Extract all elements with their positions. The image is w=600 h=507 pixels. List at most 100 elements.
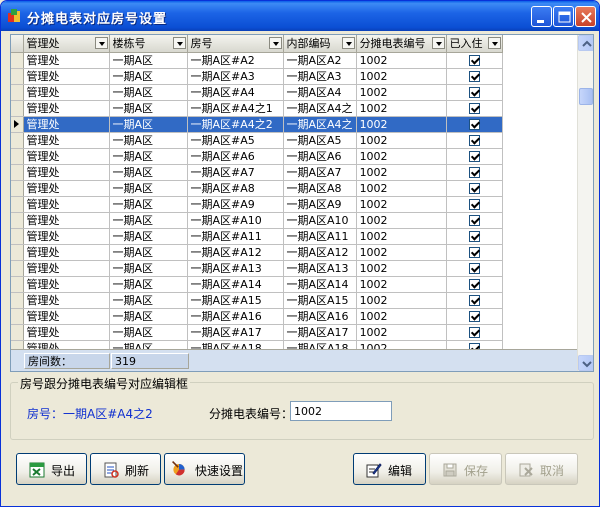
- dropdown-arrow-icon[interactable]: [268, 37, 282, 49]
- occupied-checkbox[interactable]: [468, 326, 480, 338]
- dropdown-arrow-icon[interactable]: [487, 37, 501, 49]
- occupied-checkbox[interactable]: [468, 70, 480, 82]
- dropdown-arrow-icon[interactable]: [172, 37, 186, 49]
- table-row[interactable]: 管理处 一期A区 一期A区#A15 一期A区A15 1002: [11, 292, 503, 309]
- meter-number-input[interactable]: [290, 401, 392, 421]
- row-indicator[interactable]: [11, 228, 24, 245]
- export-button[interactable]: 导出: [16, 453, 87, 485]
- cell-meter-number[interactable]: 1002: [356, 276, 447, 293]
- table-row[interactable]: 管理处 一期A区 一期A区#A4之1 一期A区A4之 1002: [11, 100, 503, 117]
- cell-internal-code[interactable]: 一期A区A14: [283, 276, 357, 293]
- cell-building[interactable]: 一期A区: [109, 212, 188, 229]
- cell-internal-code[interactable]: 一期A区A4之: [283, 116, 357, 133]
- table-row[interactable]: 管理处 一期A区 一期A区#A6 一期A区A6 1002: [11, 148, 503, 165]
- cell-management[interactable]: 管理处: [23, 116, 110, 133]
- cell-internal-code[interactable]: 一期A区A9: [283, 196, 357, 213]
- cell-occupied[interactable]: [446, 116, 503, 133]
- cell-building[interactable]: 一期A区: [109, 148, 188, 165]
- cell-management[interactable]: 管理处: [23, 84, 110, 101]
- row-indicator[interactable]: [11, 292, 24, 309]
- cell-building[interactable]: 一期A区: [109, 276, 188, 293]
- cell-occupied[interactable]: [446, 324, 503, 341]
- cell-internal-code[interactable]: 一期A区A15: [283, 292, 357, 309]
- cell-meter-number[interactable]: 1002: [356, 164, 447, 181]
- row-indicator[interactable]: [11, 84, 24, 101]
- cell-building[interactable]: 一期A区: [109, 260, 188, 277]
- table-row[interactable]: 管理处 一期A区 一期A区#A4之2 一期A区A4之 1002: [11, 116, 503, 133]
- occupied-checkbox[interactable]: [468, 230, 480, 242]
- cell-management[interactable]: 管理处: [23, 52, 110, 69]
- cell-internal-code[interactable]: 一期A区A16: [283, 308, 357, 325]
- cell-occupied[interactable]: [446, 212, 503, 229]
- cell-meter-number[interactable]: 1002: [356, 52, 447, 69]
- cell-management[interactable]: 管理处: [23, 260, 110, 277]
- cell-management[interactable]: 管理处: [23, 132, 110, 149]
- cell-room[interactable]: 一期A区#A4之1: [187, 100, 284, 117]
- table-row[interactable]: 管理处 一期A区 一期A区#A8 一期A区A8 1002: [11, 180, 503, 197]
- cell-room[interactable]: 一期A区#A7: [187, 164, 284, 181]
- cell-occupied[interactable]: [446, 228, 503, 245]
- cell-occupied[interactable]: [446, 276, 503, 293]
- cancel-button[interactable]: 取消: [505, 453, 578, 485]
- cell-internal-code[interactable]: 一期A区A8: [283, 180, 357, 197]
- row-indicator[interactable]: [11, 276, 24, 293]
- occupied-checkbox[interactable]: [468, 102, 480, 114]
- row-indicator[interactable]: [11, 116, 24, 133]
- cell-meter-number[interactable]: 1002: [356, 84, 447, 101]
- cell-occupied[interactable]: [446, 68, 503, 85]
- cell-room[interactable]: 一期A区#A13: [187, 260, 284, 277]
- cell-internal-code[interactable]: 一期A区A12: [283, 244, 357, 261]
- row-indicator[interactable]: [11, 324, 24, 341]
- edit-button[interactable]: 编辑: [353, 453, 426, 485]
- cell-meter-number[interactable]: 1002: [356, 212, 447, 229]
- cell-room[interactable]: 一期A区#A5: [187, 132, 284, 149]
- cell-meter-number[interactable]: 1002: [356, 308, 447, 325]
- table-row[interactable]: 管理处 一期A区 一期A区#A11 一期A区A11 1002: [11, 228, 503, 245]
- occupied-checkbox[interactable]: [468, 150, 480, 162]
- cell-building[interactable]: 一期A区: [109, 52, 188, 69]
- cell-building[interactable]: 一期A区: [109, 196, 188, 213]
- occupied-checkbox[interactable]: [468, 118, 480, 130]
- cell-building[interactable]: 一期A区: [109, 244, 188, 261]
- dropdown-arrow-icon[interactable]: [341, 37, 355, 49]
- table-row[interactable]: 管理处 一期A区 一期A区#A3 一期A区A3 1002: [11, 68, 503, 85]
- occupied-checkbox[interactable]: [468, 262, 480, 274]
- cell-building[interactable]: 一期A区: [109, 116, 188, 133]
- cell-occupied[interactable]: [446, 244, 503, 261]
- cell-occupied[interactable]: [446, 132, 503, 149]
- cell-internal-code[interactable]: 一期A区A11: [283, 228, 357, 245]
- cell-management[interactable]: 管理处: [23, 196, 110, 213]
- table-row[interactable]: 管理处 一期A区 一期A区#A4 一期A区A4 1002: [11, 84, 503, 101]
- close-button[interactable]: [575, 6, 596, 27]
- cell-meter-number[interactable]: 1002: [356, 292, 447, 309]
- cell-room[interactable]: 一期A区#A2: [187, 52, 284, 69]
- cell-building[interactable]: 一期A区: [109, 68, 188, 85]
- column-header-building[interactable]: 楼栋号: [109, 35, 188, 53]
- dropdown-arrow-icon[interactable]: [431, 37, 445, 49]
- cell-occupied[interactable]: [446, 308, 503, 325]
- scroll-down-button[interactable]: [578, 355, 593, 371]
- cell-management[interactable]: 管理处: [23, 308, 110, 325]
- row-indicator[interactable]: [11, 196, 24, 213]
- cell-occupied[interactable]: [446, 196, 503, 213]
- table-row[interactable]: 管理处 一期A区 一期A区#A2 一期A区A2 1002: [11, 52, 503, 69]
- column-header-room[interactable]: 房号: [187, 35, 284, 53]
- occupied-checkbox[interactable]: [468, 294, 480, 306]
- cell-meter-number[interactable]: 1002: [356, 116, 447, 133]
- occupied-checkbox[interactable]: [468, 86, 480, 98]
- cell-meter-number[interactable]: 1002: [356, 148, 447, 165]
- quick-setup-button[interactable]: 快速设置: [164, 453, 245, 485]
- cell-building[interactable]: 一期A区: [109, 324, 188, 341]
- cell-room[interactable]: 一期A区#A4之2: [187, 116, 284, 133]
- row-indicator[interactable]: [11, 100, 24, 117]
- cell-meter-number[interactable]: 1002: [356, 68, 447, 85]
- occupied-checkbox[interactable]: [468, 246, 480, 258]
- row-indicator[interactable]: [11, 180, 24, 197]
- cell-management[interactable]: 管理处: [23, 276, 110, 293]
- table-row[interactable]: 管理处 一期A区 一期A区#A14 一期A区A14 1002: [11, 276, 503, 293]
- cell-building[interactable]: 一期A区: [109, 164, 188, 181]
- cell-internal-code[interactable]: 一期A区A10: [283, 212, 357, 229]
- table-row[interactable]: 管理处 一期A区 一期A区#A10 一期A区A10 1002: [11, 212, 503, 229]
- cell-building[interactable]: 一期A区: [109, 100, 188, 117]
- cell-occupied[interactable]: [446, 164, 503, 181]
